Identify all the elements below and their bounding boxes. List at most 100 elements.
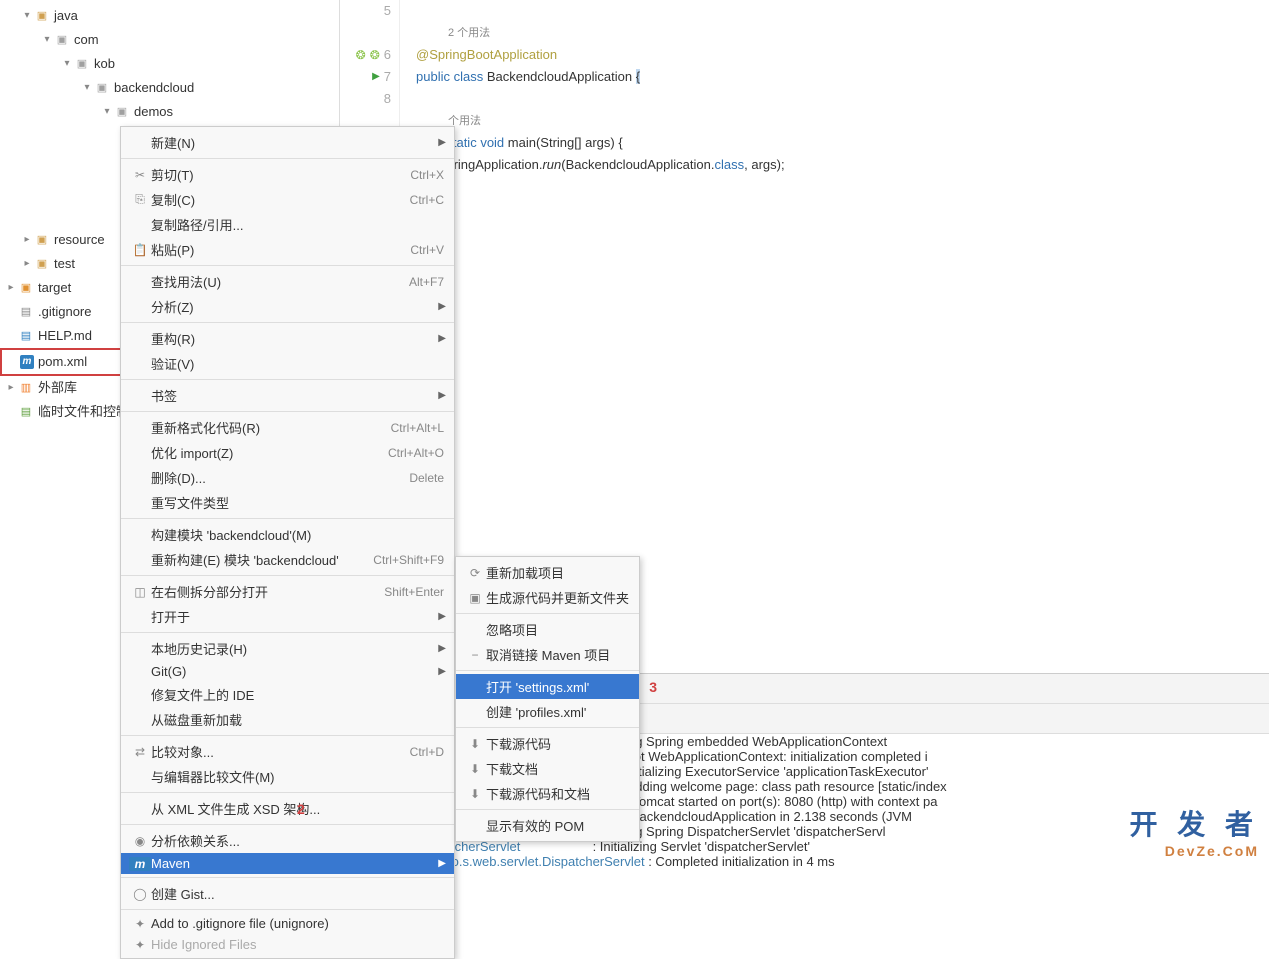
diff-icon: ⇄: [129, 745, 151, 759]
menu-reformat[interactable]: 重新格式化代码(R)Ctrl+Alt+L: [121, 415, 454, 440]
marker-2: 2: [297, 801, 305, 817]
chevron-right-icon: ▸: [20, 230, 34, 250]
menu-creategist[interactable]: ◯创建 Gist...: [121, 881, 454, 906]
maven-icon: m: [129, 857, 151, 871]
folder-icon: ▣: [74, 56, 90, 72]
submenu-ignore[interactable]: 忽略项目: [456, 617, 639, 642]
submenu-dlsrc[interactable]: ⬇下载源代码: [456, 731, 639, 756]
menu-repair[interactable]: 修复文件上的 IDE: [121, 682, 454, 707]
menu-compareeditor[interactable]: 与编辑器比较文件(M): [121, 764, 454, 789]
menu-findusages[interactable]: 查找用法(U)Alt+F7: [121, 269, 454, 294]
menu-validate[interactable]: 验证(V): [121, 351, 454, 376]
split-icon: ◫: [129, 585, 151, 599]
menu-localhist[interactable]: 本地历史记录(H)▶: [121, 636, 454, 661]
menu-compare[interactable]: ⇄比较对象...Ctrl+D: [121, 739, 454, 764]
menu-new[interactable]: 新建(N)▶: [121, 130, 454, 155]
menu-genxsd[interactable]: 从 XML 文件生成 XSD 架构...2: [121, 796, 454, 821]
folder-icon: ▣: [94, 80, 110, 96]
submenu-gensrc[interactable]: ▣生成源代码并更新文件夹: [456, 585, 639, 610]
maven-submenu: ⟳重新加载项目 ▣生成源代码并更新文件夹 忽略项目 −取消链接 Maven 项目…: [455, 556, 640, 842]
menu-copypath[interactable]: 复制路径/引用...: [121, 212, 454, 237]
scratch-icon: ▤: [18, 404, 34, 420]
reload-icon: ⟳: [464, 566, 486, 580]
menu-addgitignore[interactable]: ✦Add to .gitignore file (unignore): [121, 913, 454, 934]
paste-icon: 📋: [129, 243, 151, 257]
tree-label: HELP.md: [38, 326, 92, 346]
menu-openright[interactable]: ◫在右侧拆分部分打开Shift+Enter: [121, 579, 454, 604]
tree-label: test: [54, 254, 75, 274]
menu-copy[interactable]: ⎘复制(C)Ctrl+C: [121, 187, 454, 212]
git-icon: ✦: [129, 917, 151, 931]
chevron-right-icon: ▶: [438, 666, 446, 677]
chevron-right-icon: ▶: [438, 643, 446, 654]
usage-hint[interactable]: 个用法: [416, 110, 785, 132]
submenu-opensettings[interactable]: 打开 'settings.xml'3: [456, 674, 639, 699]
submenu-showpom[interactable]: 显示有效的 POM: [456, 813, 639, 838]
chevron-right-icon: ▶: [438, 611, 446, 622]
menu-bookmark[interactable]: 书签▶: [121, 383, 454, 408]
menu-rebuild[interactable]: 重新构建(E) 模块 'backendcloud'Ctrl+Shift+F9: [121, 547, 454, 572]
maven-icon: m: [20, 355, 34, 369]
tree-backendcloud[interactable]: ▾▣backendcloud: [0, 76, 339, 100]
tree-demos[interactable]: ▾▣demos: [0, 100, 339, 124]
menu-paste[interactable]: 📋粘贴(P)Ctrl+V: [121, 237, 454, 262]
watermark: 开 发 者 DevZe.CoM: [1129, 803, 1259, 859]
tree-label: 外部库: [38, 378, 77, 398]
download-icon: ⬇: [464, 737, 486, 751]
chevron-down-icon: ▾: [40, 30, 54, 50]
graph-icon: ◉: [129, 834, 151, 848]
menu-refactor[interactable]: 重构(R)▶: [121, 326, 454, 351]
folder-icon: ▣: [464, 591, 486, 605]
chevron-right-icon: ▸: [20, 254, 34, 274]
context-menu: 新建(N)▶ ✂剪切(T)Ctrl+X ⎘复制(C)Ctrl+C 复制路径/引用…: [120, 126, 455, 959]
chevron-down-icon: ▾: [20, 6, 34, 26]
menu-maven[interactable]: mMaven▶: [121, 853, 454, 874]
folder-icon: ▣: [34, 256, 50, 272]
tree-com[interactable]: ▾▣com: [0, 28, 339, 52]
run-icon[interactable]: ▶: [372, 66, 380, 88]
chevron-down-icon: ▾: [80, 78, 94, 98]
menu-hide[interactable]: ✦Hide Ignored Files: [121, 934, 454, 955]
menu-reload[interactable]: 从磁盘重新加载: [121, 707, 454, 732]
chevron-right-icon: ▶: [438, 858, 446, 869]
lib-icon: ▥: [18, 380, 34, 396]
menu-override[interactable]: 重写文件类型: [121, 490, 454, 515]
submenu-reload[interactable]: ⟳重新加载项目: [456, 560, 639, 585]
bean-icon: ❂: [356, 44, 366, 66]
cut-icon: ✂: [129, 168, 151, 182]
file-icon: ▤: [18, 304, 34, 320]
submenu-dlboth[interactable]: ⬇下载源代码和文档: [456, 781, 639, 806]
usage-hint[interactable]: 2 个用法: [416, 22, 785, 44]
minus-icon: −: [464, 648, 486, 662]
tree-java[interactable]: ▾▣java: [0, 4, 339, 28]
chevron-right-icon: ▶: [438, 333, 446, 344]
chevron-down-icon: ▾: [60, 54, 74, 74]
menu-optimport[interactable]: 优化 import(Z)Ctrl+Alt+O: [121, 440, 454, 465]
menu-buildmod[interactable]: 构建模块 'backendcloud'(M): [121, 522, 454, 547]
download-icon: ⬇: [464, 787, 486, 801]
bean-icon: ❂: [370, 44, 380, 66]
tree-label: resource: [54, 230, 105, 250]
menu-git[interactable]: Git(G)▶: [121, 661, 454, 682]
submenu-createprofiles[interactable]: 创建 'profiles.xml': [456, 699, 639, 724]
tree-label: demos: [134, 102, 173, 122]
folder-icon: ▣: [18, 280, 34, 296]
folder-icon: ▣: [114, 104, 130, 120]
tree-label: target: [38, 278, 71, 298]
chevron-right-icon: ▸: [4, 278, 18, 298]
tree-kob[interactable]: ▾▣kob: [0, 52, 339, 76]
chevron-right-icon: ▸: [4, 378, 18, 398]
folder-icon: ▣: [54, 32, 70, 48]
submenu-unlink[interactable]: −取消链接 Maven 项目: [456, 642, 639, 667]
tree-label: backendcloud: [114, 78, 194, 98]
tree-label: .gitignore: [38, 302, 91, 322]
menu-analyzedep[interactable]: ◉分析依赖关系...: [121, 828, 454, 853]
menu-delete[interactable]: 删除(D)...Delete: [121, 465, 454, 490]
folder-icon: ▣: [34, 8, 50, 24]
menu-cut[interactable]: ✂剪切(T)Ctrl+X: [121, 162, 454, 187]
chevron-right-icon: ▶: [438, 137, 446, 148]
hide-icon: ✦: [129, 938, 151, 952]
menu-openin[interactable]: 打开于▶: [121, 604, 454, 629]
submenu-dldoc[interactable]: ⬇下载文档: [456, 756, 639, 781]
menu-analyze[interactable]: 分析(Z)▶: [121, 294, 454, 319]
